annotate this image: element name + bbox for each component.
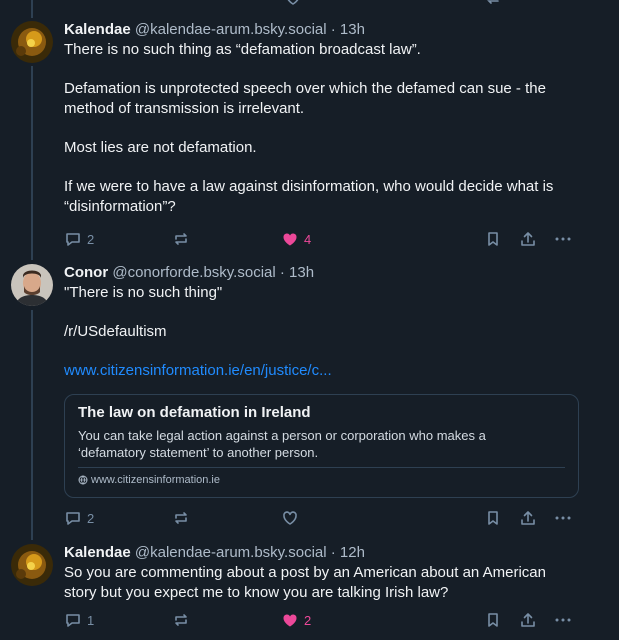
- share-button[interactable]: [519, 609, 537, 631]
- more-options-button[interactable]: [554, 228, 572, 250]
- share-icon: [521, 232, 535, 246]
- post-paragraph: Most lies are not defamation.: [64, 139, 257, 156]
- post-text: "There is no such thing" /r/USdefaultism…: [64, 283, 581, 381]
- link-preview-card[interactable]: The law on defamation in Ireland You can…: [64, 394, 579, 498]
- bookmark-button[interactable]: [484, 507, 502, 529]
- post-paragraph: /r/USdefaultism: [64, 323, 167, 340]
- card-domain-row: www.citizensinformation.ie: [78, 474, 220, 486]
- reply-button[interactable]: 2: [64, 228, 94, 250]
- repost-icon[interactable]: [484, 0, 502, 7]
- repost-icon: [175, 512, 187, 524]
- post-paragraph: If we were to have a law against disinfo…: [64, 178, 554, 215]
- previous-post-actions: [64, 0, 619, 8]
- card-title: The law on defamation in Ireland: [78, 404, 311, 421]
- ellipsis-icon: [555, 618, 571, 622]
- like-button[interactable]: [281, 507, 304, 529]
- post-paragraph: There is no such thing as “defamation br…: [64, 41, 421, 58]
- author-handle[interactable]: @conorforde.bsky.social: [112, 264, 275, 281]
- thread-line: [31, 0, 33, 18]
- post-link[interactable]: www.citizensinformation.ie/en/justice/c.…: [64, 362, 332, 379]
- more-options-button[interactable]: [554, 609, 572, 631]
- post-paragraph: So you are commenting about a post by an…: [64, 564, 546, 601]
- post-time[interactable]: · 13h: [331, 21, 365, 38]
- like-count: 2: [304, 612, 312, 628]
- post-time[interactable]: · 12h: [331, 544, 365, 561]
- post-actions: 1 2: [64, 609, 580, 631]
- like-button[interactable]: 4: [281, 228, 311, 250]
- like-button[interactable]: 2: [281, 609, 311, 631]
- card-domain: www.citizensinformation.ie: [91, 474, 220, 486]
- post-paragraph: "There is no such thing": [64, 284, 223, 301]
- reply-icon: [66, 614, 80, 627]
- reply-button[interactable]: 2: [64, 507, 94, 529]
- share-button[interactable]: [519, 228, 537, 250]
- post-time[interactable]: · 13h: [280, 264, 314, 281]
- reply-button[interactable]: 1: [64, 609, 94, 631]
- author-handle[interactable]: @kalendae-arum.bsky.social: [135, 21, 327, 38]
- repost-button[interactable]: [172, 228, 195, 250]
- author-name[interactable]: Kalendae: [64, 21, 131, 38]
- author-handle[interactable]: @kalendae-arum.bsky.social: [135, 544, 327, 561]
- reply-count: 2: [87, 510, 95, 526]
- ellipsis-icon: [555, 237, 571, 241]
- bookmark-icon: [488, 511, 498, 525]
- thread-line: [31, 66, 33, 260]
- globe-icon: [78, 475, 88, 485]
- heart-filled-icon: [283, 233, 297, 246]
- heart-filled-icon: [283, 614, 297, 627]
- bookmark-button[interactable]: [484, 609, 502, 631]
- repost-icon: [175, 614, 187, 626]
- repost-button[interactable]: [172, 609, 195, 631]
- ellipsis-icon: [555, 516, 571, 520]
- like-count: 4: [304, 231, 312, 247]
- repost-button[interactable]: [172, 507, 195, 529]
- bookmark-icon: [488, 232, 498, 246]
- share-icon: [521, 511, 535, 525]
- post-actions: 2: [64, 507, 580, 529]
- post-header: Conor @conorforde.bsky.social · 13h: [64, 263, 581, 283]
- reply-icon: [66, 512, 80, 525]
- share-button[interactable]: [519, 507, 537, 529]
- more-options-button[interactable]: [554, 507, 572, 529]
- share-icon: [521, 613, 535, 627]
- post-header: Kalendae @kalendae-arum.bsky.social · 12…: [64, 543, 581, 563]
- reply-icon: [66, 233, 80, 246]
- bookmark-icon: [488, 613, 498, 627]
- author-name[interactable]: Conor: [64, 264, 108, 281]
- reply-count: 1: [87, 612, 95, 628]
- post-text: There is no such thing as “defamation br…: [64, 40, 581, 217]
- like-icon[interactable]: [284, 0, 302, 7]
- bookmark-button[interactable]: [484, 228, 502, 250]
- post-text: So you are commenting about a post by an…: [64, 563, 581, 603]
- avatar[interactable]: [11, 544, 53, 586]
- reply-count: 2: [87, 231, 95, 247]
- author-name[interactable]: Kalendae: [64, 544, 131, 561]
- repost-icon: [175, 233, 187, 245]
- card-divider: [78, 467, 565, 468]
- post-paragraph: Defamation is unprotected speech over wh…: [64, 80, 546, 117]
- avatar[interactable]: [11, 264, 53, 306]
- card-description: You can take legal action against a pers…: [78, 428, 486, 460]
- post-actions: 2 4: [64, 228, 580, 250]
- heart-icon: [283, 511, 297, 525]
- post-header: Kalendae @kalendae-arum.bsky.social · 13…: [64, 20, 581, 40]
- avatar[interactable]: [11, 21, 53, 63]
- thread-line: [31, 310, 33, 540]
